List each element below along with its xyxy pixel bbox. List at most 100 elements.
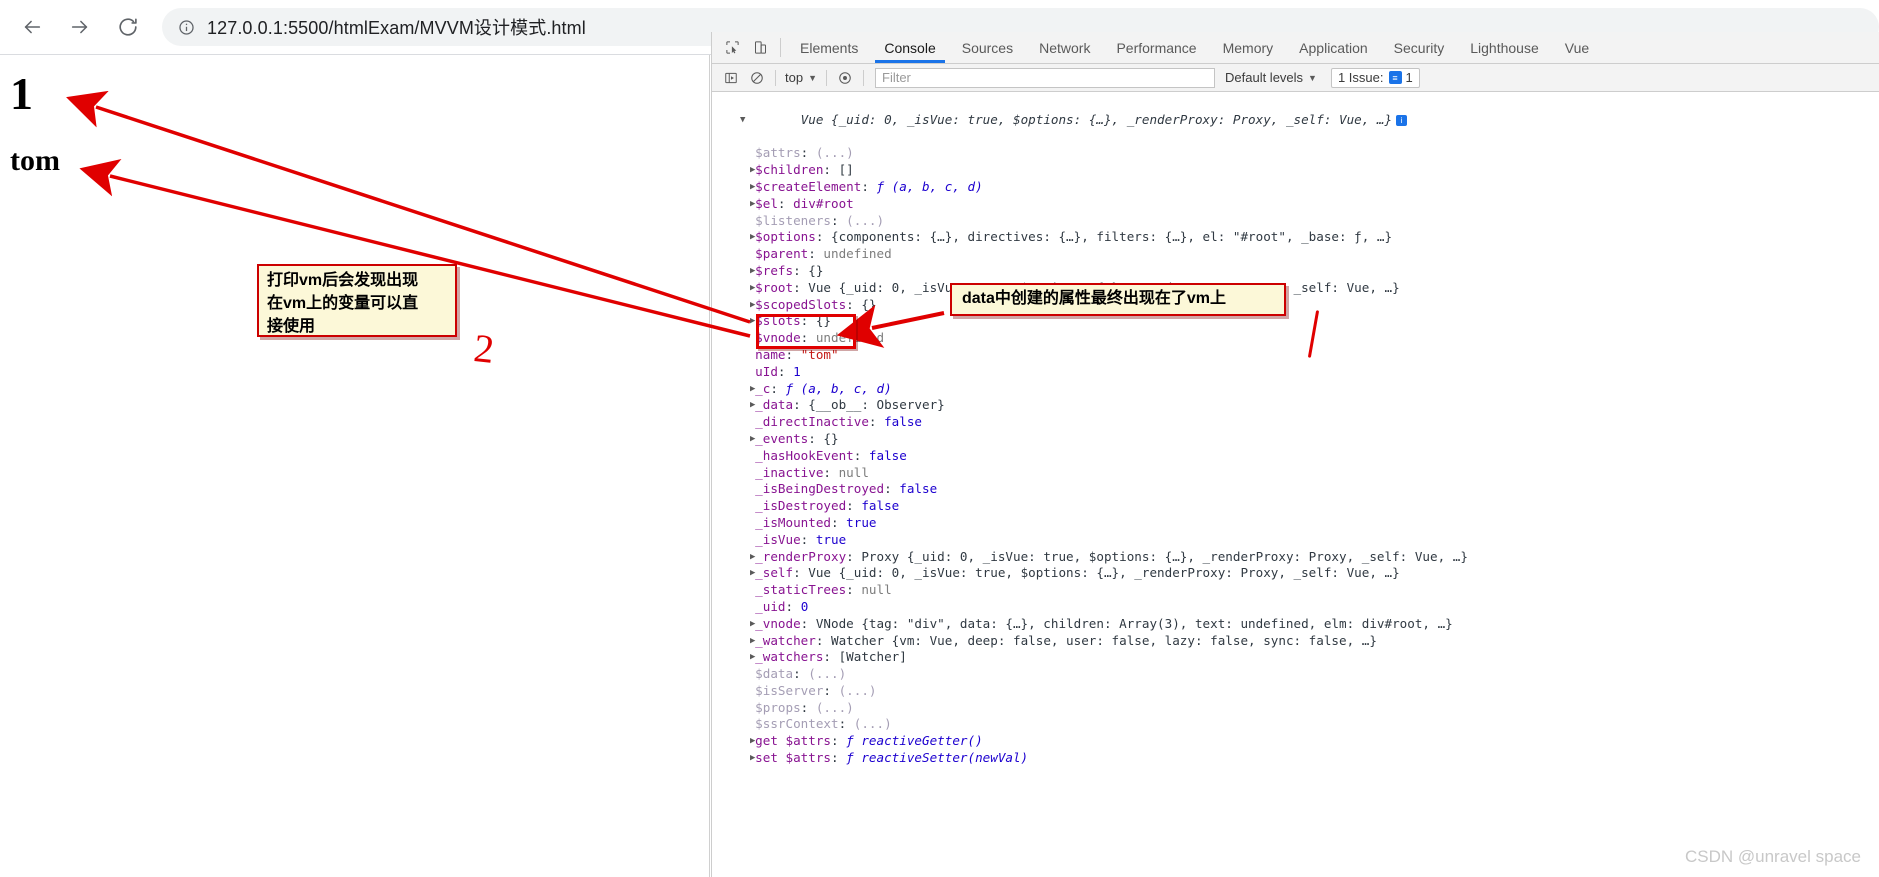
property-value: false bbox=[861, 498, 900, 514]
tab-lighthouse[interactable]: Lighthouse bbox=[1457, 32, 1552, 63]
console-property-row[interactable]: _isVue: true bbox=[712, 532, 1879, 549]
console-sidebar-icon[interactable] bbox=[718, 66, 744, 90]
expander-triangle-icon[interactable]: ▶ bbox=[750, 381, 755, 398]
console-property-row[interactable]: ▶ $root: Vue {_uid: 0, _isVue: true, $op… bbox=[712, 280, 1879, 297]
reload-button[interactable] bbox=[108, 7, 148, 47]
property-key: _isBeingDestroyed bbox=[755, 481, 885, 497]
property-key: _self bbox=[755, 565, 794, 581]
console-filter-bar: top ▼ Filter Default levels ▼ 1 Issue: ≡… bbox=[712, 64, 1879, 92]
expander-triangle-icon[interactable]: ▶ bbox=[750, 431, 755, 448]
tab-application[interactable]: Application bbox=[1286, 32, 1381, 63]
console-property-row[interactable]: $ssrContext: (...) bbox=[712, 716, 1879, 733]
issues-count: 1 bbox=[1405, 70, 1413, 85]
tab-security[interactable]: Security bbox=[1381, 32, 1458, 63]
property-key: _uid bbox=[755, 598, 786, 614]
console-root-line[interactable]: ▼ Vue {_uid: 0, _isVue: true, $options: {… bbox=[712, 95, 1879, 145]
expander-triangle-icon[interactable]: ▶ bbox=[750, 229, 755, 246]
console-property-row[interactable]: ▶ _renderProxy: Proxy {_uid: 0, _isVue: … bbox=[712, 549, 1879, 566]
clear-console-icon[interactable] bbox=[744, 66, 770, 90]
console-property-row[interactable]: ▶ $options: {components: {…}, directives… bbox=[712, 229, 1879, 246]
expander-triangle-icon[interactable]: ▶ bbox=[750, 397, 755, 414]
console-property-row[interactable]: ▶ $children: [] bbox=[712, 162, 1879, 179]
expander-triangle-icon[interactable]: ▶ bbox=[750, 263, 755, 280]
tab-performance[interactable]: Performance bbox=[1103, 32, 1209, 63]
console-property-row[interactable]: ▶ get $attrs: ƒ reactiveGetter() bbox=[712, 733, 1879, 750]
expander-triangle-icon[interactable]: ▶ bbox=[750, 733, 755, 750]
property-key: $data bbox=[755, 666, 794, 682]
expander-triangle-icon[interactable]: ▶ bbox=[750, 750, 755, 767]
console-property-row[interactable]: _isDestroyed: false bbox=[712, 498, 1879, 515]
tab-network[interactable]: Network bbox=[1026, 32, 1103, 63]
expander-triangle-icon[interactable]: ▼ bbox=[740, 112, 745, 129]
expander-triangle-icon[interactable]: ▶ bbox=[750, 313, 755, 330]
expander-triangle-icon[interactable]: ▶ bbox=[750, 280, 755, 297]
console-property-row[interactable]: _isMounted: true bbox=[712, 515, 1879, 532]
console-property-row[interactable]: ▶ set $attrs: ƒ reactiveSetter(newVal) bbox=[712, 750, 1879, 767]
issues-badge[interactable]: 1 Issue: ≡ 1 bbox=[1330, 67, 1420, 88]
console-property-row[interactable]: $vnode: undefined bbox=[712, 330, 1879, 347]
console-property-row[interactable]: _hasHookEvent: false bbox=[712, 448, 1879, 465]
expander-triangle-icon[interactable]: ▶ bbox=[750, 649, 755, 666]
console-property-row[interactable]: $listeners: (...) bbox=[712, 213, 1879, 230]
console-property-row[interactable]: ▶ $el: div#root bbox=[712, 196, 1879, 213]
expander-triangle-icon[interactable]: ▶ bbox=[750, 616, 755, 633]
console-property-row[interactable]: ▶ $createElement: ƒ (a, b, c, d) bbox=[712, 179, 1879, 196]
expander-triangle-icon[interactable]: ▶ bbox=[750, 633, 755, 650]
property-key: $attrs bbox=[755, 145, 801, 161]
filter-input[interactable]: Filter bbox=[875, 67, 1215, 88]
console-property-row[interactable]: _isBeingDestroyed: false bbox=[712, 481, 1879, 498]
property-separator: : bbox=[846, 548, 862, 564]
expander-triangle-icon[interactable]: ▶ bbox=[750, 565, 755, 582]
property-separator: : bbox=[793, 279, 809, 295]
console-property-row[interactable]: ▶ _data: {__ob__: Observer} bbox=[712, 397, 1879, 414]
device-toolbar-icon[interactable] bbox=[746, 32, 774, 63]
info-badge-icon[interactable]: i bbox=[1396, 114, 1408, 126]
execution-context-selector[interactable]: top ▼ bbox=[781, 70, 821, 85]
console-property-row[interactable]: ▶ _events: {} bbox=[712, 431, 1879, 448]
console-property-row[interactable]: _inactive: null bbox=[712, 465, 1879, 482]
console-property-row[interactable]: ▶ $scopedSlots: {} bbox=[712, 297, 1879, 314]
tab-sources[interactable]: Sources bbox=[949, 32, 1026, 63]
console-property-row[interactable]: uId: 1 bbox=[712, 364, 1879, 381]
tab-vue[interactable]: Vue bbox=[1552, 32, 1602, 63]
console-output[interactable]: ▼ Vue {_uid: 0, _isVue: true, $options: {… bbox=[712, 92, 1879, 877]
console-property-row[interactable]: ▶ _watcher: Watcher {vm: Vue, deep: fals… bbox=[712, 633, 1879, 650]
console-property-row[interactable]: _staticTrees: null bbox=[712, 582, 1879, 599]
filterbar-divider bbox=[775, 69, 776, 86]
expander-triangle-icon[interactable]: ▶ bbox=[750, 196, 755, 213]
tab-label: Network bbox=[1039, 39, 1091, 56]
live-expression-icon[interactable] bbox=[832, 66, 858, 90]
tab-memory[interactable]: Memory bbox=[1210, 32, 1287, 63]
property-separator: : bbox=[831, 514, 847, 530]
expander-triangle-icon[interactable]: ▶ bbox=[750, 549, 755, 566]
console-property-row[interactable]: _directInactive: false bbox=[712, 414, 1879, 431]
console-property-row[interactable]: ▶ $refs: {} bbox=[712, 263, 1879, 280]
console-property-row[interactable]: ▶ $slots: {} bbox=[712, 313, 1879, 330]
tab-console[interactable]: Console bbox=[871, 32, 948, 63]
console-property-row[interactable]: ▶ _self: Vue {_uid: 0, _isVue: true, $op… bbox=[712, 565, 1879, 582]
console-property-row[interactable]: ▶ _c: ƒ (a, b, c, d) bbox=[712, 381, 1879, 398]
site-info-icon[interactable] bbox=[178, 19, 195, 36]
console-property-row[interactable]: name: "tom" bbox=[712, 347, 1879, 364]
console-property-row[interactable]: $isServer: (...) bbox=[712, 683, 1879, 700]
expander-triangle-icon[interactable]: ▶ bbox=[750, 297, 755, 314]
console-property-row[interactable]: $props: (...) bbox=[712, 700, 1879, 717]
expander-triangle-icon[interactable]: ▶ bbox=[750, 179, 755, 196]
tab-label: Console bbox=[884, 39, 936, 56]
forward-button[interactable] bbox=[60, 7, 100, 47]
tab-elements[interactable]: Elements bbox=[787, 32, 871, 63]
property-separator: : bbox=[770, 380, 786, 396]
console-property-row[interactable]: ▶ _watchers: [Watcher] bbox=[712, 649, 1879, 666]
log-levels-selector[interactable]: Default levels ▼ bbox=[1221, 70, 1321, 85]
back-button[interactable] bbox=[12, 7, 52, 47]
expander-triangle-icon[interactable]: ▶ bbox=[750, 162, 755, 179]
inspect-element-icon[interactable] bbox=[718, 32, 746, 63]
property-key: set $attrs bbox=[755, 750, 831, 766]
console-property-row[interactable]: $attrs: (...) bbox=[712, 145, 1879, 162]
console-property-row[interactable]: $parent: undefined bbox=[712, 246, 1879, 263]
console-property-row[interactable]: $data: (...) bbox=[712, 666, 1879, 683]
property-separator: : bbox=[823, 162, 839, 178]
console-property-row[interactable]: _uid: 0 bbox=[712, 599, 1879, 616]
property-key: _staticTrees bbox=[755, 582, 847, 598]
console-property-row[interactable]: ▶ _vnode: VNode {tag: "div", data: {…}, … bbox=[712, 616, 1879, 633]
